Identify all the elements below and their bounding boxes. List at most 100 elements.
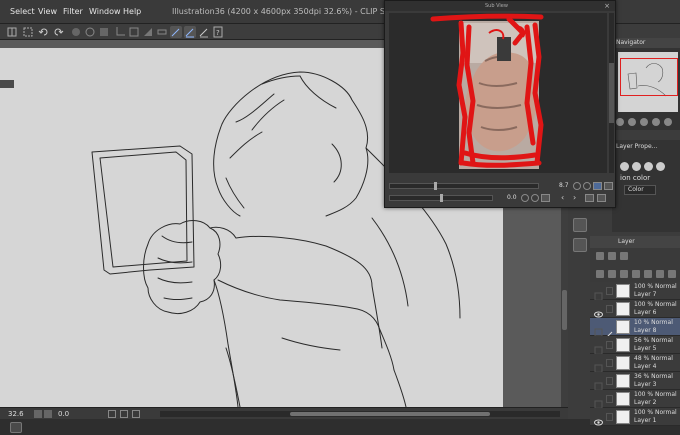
nav-actual-size-icon[interactable] (652, 118, 660, 126)
reference-image[interactable] (389, 13, 607, 173)
scrollbar-thumb[interactable] (290, 412, 490, 416)
subview-rotation-slider[interactable] (389, 182, 539, 190)
layer-row[interactable]: 100 % Normal Layer 7 (590, 282, 680, 301)
layer-name[interactable]: Layer 5 (634, 345, 656, 353)
pen-pressure-icon[interactable] (170, 26, 182, 38)
navigator-title[interactable]: Navigator (616, 39, 645, 47)
rotation-readout[interactable]: 0.0 (58, 409, 69, 419)
subview-scrollbar[interactable] (609, 13, 614, 173)
subview-zoom-in-icon[interactable] (583, 182, 591, 190)
erase-icon[interactable] (70, 26, 82, 38)
lock-toggle[interactable] (606, 395, 613, 403)
subview-zoom-out-icon[interactable] (573, 182, 581, 190)
layer-panel-title[interactable]: Layer (618, 238, 635, 246)
subview-zoom-slider[interactable] (389, 194, 493, 202)
scrollbar-thumb[interactable] (562, 290, 567, 330)
effect-border-icon[interactable] (620, 162, 629, 171)
subview-titlebar[interactable]: Sub View × (385, 1, 615, 11)
effect-extract-icon[interactable] (656, 162, 665, 171)
eyedropper-icon[interactable] (604, 182, 613, 190)
subview-rotate-right-icon[interactable] (531, 194, 539, 202)
effect-tone-icon[interactable] (632, 162, 641, 171)
rotate-right-icon[interactable] (120, 410, 128, 418)
snap-icon[interactable] (184, 26, 196, 38)
close-icon[interactable]: × (603, 2, 611, 10)
lock-toggle[interactable] (606, 359, 613, 367)
material-icon[interactable] (573, 238, 587, 252)
prev-image-icon[interactable]: ‹ (561, 194, 570, 202)
ruler-link-icon[interactable] (644, 270, 652, 278)
ruler-icon[interactable] (156, 26, 168, 38)
effect-color-icon[interactable] (644, 162, 653, 171)
layer-name[interactable]: Layer 6 (634, 309, 656, 317)
help-icon[interactable]: ? (212, 26, 224, 38)
subview-zoom-value[interactable]: 0.0 (507, 194, 517, 202)
nav-zoom-in-icon[interactable] (628, 118, 636, 126)
layer-row[interactable]: 10 % Normal Layer 8 (590, 318, 680, 338)
canvas-tab[interactable] (0, 80, 14, 88)
layer-row[interactable]: 100 % Normal Layer 6 (590, 300, 680, 318)
layer-name[interactable]: Layer 8 (634, 327, 656, 335)
subview-rotation-value[interactable]: 8.7 (559, 182, 569, 190)
grid-icon[interactable] (6, 26, 18, 38)
eye-hidden-icon[interactable] (594, 358, 603, 373)
menu-help[interactable]: Help (123, 6, 141, 18)
new-vector-layer-icon[interactable] (608, 252, 616, 260)
layer-row[interactable]: 48 % Normal Layer 4 (590, 354, 680, 373)
nav-zoom-out-icon[interactable] (616, 118, 624, 126)
expression-color-select[interactable]: Color (624, 185, 656, 195)
menu-window[interactable]: Window (89, 6, 121, 18)
layer-property-title[interactable]: Layer Prope... (616, 143, 657, 151)
navigator-view-frame[interactable] (620, 58, 678, 96)
slider-knob[interactable] (440, 194, 443, 202)
open-file-icon[interactable] (585, 194, 594, 202)
lock-toggle[interactable] (606, 305, 613, 313)
menu-view[interactable]: View (38, 6, 57, 18)
zoom-out-icon[interactable] (34, 410, 42, 418)
rotate-left-icon[interactable] (108, 410, 116, 418)
menu-select[interactable]: Select (10, 6, 35, 18)
fill-icon[interactable] (84, 26, 96, 38)
lock-toggle[interactable] (606, 413, 613, 421)
lock-toggle[interactable] (606, 377, 613, 385)
camera-icon[interactable] (573, 218, 587, 232)
layer-name[interactable]: Layer 7 (634, 291, 656, 299)
delete-layer-icon[interactable] (668, 270, 676, 278)
layer-name[interactable]: Layer 1 (634, 417, 656, 425)
brush-icon[interactable] (198, 26, 210, 38)
nav-fit-icon[interactable] (640, 118, 648, 126)
new-layer-icon[interactable] (596, 252, 604, 260)
lock-toggle[interactable] (606, 287, 613, 295)
nav-rotate-icon[interactable] (664, 118, 672, 126)
flip-icon[interactable] (132, 410, 140, 418)
undo-icon[interactable] (38, 26, 50, 38)
layer-name[interactable]: Layer 2 (634, 399, 656, 407)
subview-fit-icon[interactable] (593, 182, 602, 190)
gradient-icon[interactable] (142, 26, 154, 38)
layer-row[interactable]: 56 % Normal Layer 5 (590, 336, 680, 355)
menu-filter[interactable]: Filter (63, 6, 83, 18)
pen-icon[interactable] (606, 323, 613, 338)
color-icon[interactable] (656, 270, 664, 278)
eye-hidden-icon[interactable] (594, 322, 603, 337)
layer-name[interactable]: Layer 4 (634, 363, 656, 371)
eye-icon[interactable] (594, 412, 603, 426)
subview-rotate-left-icon[interactable] (521, 194, 529, 202)
transform-icon[interactable] (128, 26, 140, 38)
eye-icon[interactable] (594, 304, 603, 318)
redo-icon[interactable] (52, 26, 64, 38)
layer-name[interactable]: Layer 3 (634, 381, 656, 389)
slider-knob[interactable] (434, 182, 437, 190)
clip-icon[interactable] (596, 270, 604, 278)
new-folder-icon[interactable] (620, 252, 628, 260)
next-image-icon[interactable]: › (573, 194, 582, 202)
scrollbar-thumb[interactable] (609, 63, 614, 123)
layer-row[interactable]: 36 % Normal Layer 3 (590, 372, 680, 391)
tool-palette-icon[interactable] (10, 422, 22, 433)
clear-image-icon[interactable] (597, 194, 606, 202)
layer-row[interactable]: 100 % Normal Layer 2 (590, 390, 680, 409)
eye-hidden-icon[interactable] (594, 340, 603, 355)
select-all-icon[interactable] (22, 26, 34, 38)
eye-hidden-icon[interactable] (594, 376, 603, 391)
lock-toggle[interactable] (606, 341, 613, 349)
